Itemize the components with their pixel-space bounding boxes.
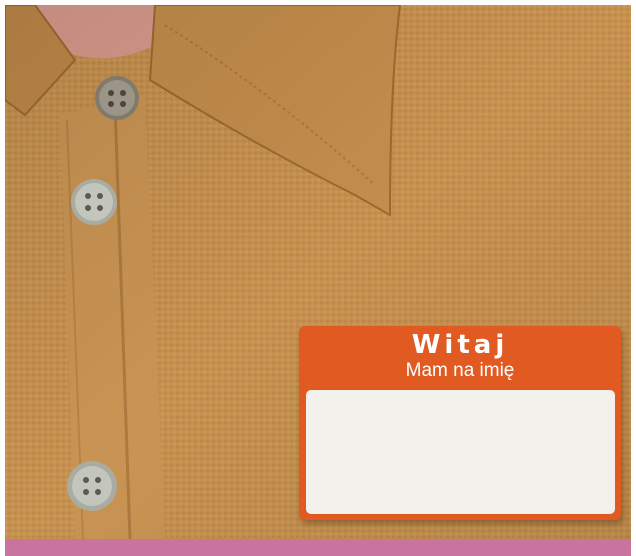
collar-button — [95, 76, 139, 120]
name-tag-subtitle: Mam na imię — [405, 360, 515, 381]
name-tag-greeting: Witaj — [411, 330, 509, 360]
bottom-color-band — [5, 539, 631, 556]
name-tag-header: Witaj Mam na imię — [299, 326, 621, 388]
lower-button — [67, 461, 117, 511]
image-frame: Witaj Mam na imię — [0, 0, 636, 556]
name-tag-blank-field — [306, 390, 615, 514]
middle-button — [71, 179, 117, 225]
name-tag-sticker: Witaj Mam na imię — [299, 326, 621, 520]
